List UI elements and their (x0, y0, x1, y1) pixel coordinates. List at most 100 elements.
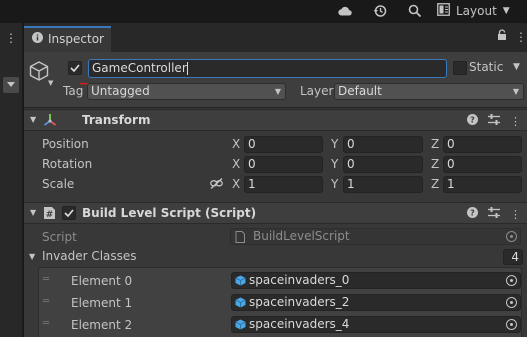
element-value: spaceinvaders_2 (249, 295, 350, 309)
chevron-down-icon: ▼ (512, 87, 519, 96)
tab-actions: ⋮ (497, 29, 527, 44)
cloud-icon[interactable] (335, 1, 355, 21)
element-label: Element 2 (71, 318, 133, 332)
element-object-field[interactable]: spaceinvaders_2 (231, 294, 521, 311)
object-picker-icon[interactable] (506, 275, 517, 286)
scale-z-input[interactable]: 1 (443, 176, 522, 193)
foldout-arrow-icon[interactable]: ▼ (30, 208, 36, 217)
object-picker-icon[interactable] (506, 319, 517, 330)
position-y-axis[interactable]: Y (331, 137, 338, 151)
scale-x-axis[interactable]: X (232, 177, 240, 191)
script-file-icon (235, 231, 245, 247)
invader-classes-list: ═ Element 0 spaceinvaders_0 ═ Element 1 … (38, 267, 522, 337)
foldout-arrow-icon[interactable]: ▼ (30, 115, 36, 124)
gameobject-header: ▼ GameController Static ▼ Tag Untagged ▼… (24, 52, 527, 108)
svg-text:?: ? (470, 209, 475, 218)
rotation-z-axis[interactable]: Z (431, 157, 439, 171)
tag-label: Tag (63, 84, 84, 98)
static-checkbox[interactable] (453, 61, 467, 75)
svg-text:?: ? (470, 116, 475, 125)
inspector-panel: Inspector ⋮ ▼ GameController Static ▼ Ta… (24, 23, 527, 337)
tag-value: Untagged (91, 84, 150, 98)
info-icon (32, 32, 43, 46)
rotation-x-input[interactable]: 0 (244, 156, 323, 173)
layer-value: Default (338, 84, 382, 98)
position-x-input[interactable]: 0 (244, 136, 323, 153)
script-reference-field: BuildLevelScript (230, 228, 521, 245)
rotation-z-input[interactable]: 0 (443, 156, 522, 173)
static-dropdown-arrow[interactable]: ▼ (513, 62, 520, 72)
element-object-field[interactable]: spaceinvaders_0 (231, 272, 521, 289)
more-options-icon[interactable]: ⋮ (510, 115, 521, 128)
position-x-axis[interactable]: X (232, 137, 240, 151)
transform-icon (43, 113, 57, 130)
tag-dropdown[interactable]: Untagged ▼ (87, 83, 286, 100)
help-icon[interactable]: ? (467, 114, 478, 128)
scale-x-input[interactable]: 1 (244, 176, 323, 193)
tab-active-indicator (24, 26, 111, 28)
drag-handle-icon[interactable]: ═ (43, 274, 49, 285)
sprite-asset-icon (235, 297, 246, 312)
lock-icon[interactable] (497, 29, 507, 44)
gameobject-name-input[interactable]: GameController (88, 59, 447, 78)
scale-y-axis[interactable]: Y (331, 177, 338, 191)
presets-icon[interactable] (488, 114, 500, 128)
dropdown-toggle[interactable] (3, 77, 19, 93)
script-enabled-checkbox[interactable] (62, 206, 76, 220)
top-toolbar: Layout ▼ (0, 0, 527, 23)
rotation-y-input[interactable]: 0 (343, 156, 423, 173)
more-options-icon[interactable]: ⋮ (510, 208, 521, 221)
script-component-header[interactable]: ▼ # Build Level Script (Script) ? ⋮ (24, 202, 527, 224)
search-icon[interactable] (405, 1, 425, 21)
constrain-proportions-icon[interactable] (210, 178, 223, 192)
list-size-input[interactable]: 4 (503, 249, 523, 265)
position-z-input[interactable]: 0 (443, 136, 522, 153)
script-label: Script (42, 230, 77, 244)
chevron-down-icon: ▼ (502, 5, 510, 16)
layer-dropdown[interactable]: Default ▼ (334, 83, 524, 100)
element-value: spaceinvaders_0 (249, 273, 350, 287)
component-actions: ? ⋮ (467, 207, 521, 221)
element-label: Element 1 (71, 296, 133, 310)
rotation-x-axis[interactable]: X (232, 157, 240, 171)
layer-label: Layer (300, 84, 334, 98)
transform-header[interactable]: ▼ Transform ? ⋮ (24, 109, 527, 131)
scale-z-axis[interactable]: Z (431, 177, 439, 191)
gameobject-cube-icon[interactable] (28, 60, 50, 85)
position-z-axis[interactable]: Z (431, 137, 439, 151)
more-options-icon[interactable]: ⋮ (515, 30, 527, 44)
more-options-icon[interactable]: ⋮ (5, 31, 17, 45)
scale-label: Scale (42, 177, 75, 191)
svg-text:#: # (46, 210, 54, 220)
element-object-field[interactable]: spaceinvaders_4 (231, 316, 521, 333)
tab-label: Inspector (48, 32, 104, 46)
layout-label: Layout (456, 3, 497, 18)
position-y-input[interactable]: 0 (343, 136, 423, 153)
rotation-label: Rotation (42, 157, 93, 171)
script-icon: # (43, 206, 56, 223)
scale-y-input[interactable]: 1 (343, 176, 423, 193)
static-label: Static (469, 60, 504, 74)
layout-dropdown[interactable]: Layout ▼ (437, 0, 510, 21)
icon-dropdown-arrow[interactable]: ▼ (48, 79, 53, 87)
element-label: Element 0 (71, 274, 133, 288)
script-component-title: Build Level Script (Script) (82, 206, 257, 220)
object-picker-icon[interactable] (506, 297, 517, 308)
chevron-down-icon: ▼ (274, 87, 281, 96)
invader-classes-label[interactable]: Invader Classes (42, 249, 137, 263)
transform-title: Transform (82, 113, 151, 127)
left-dock-strip: ⋮ (0, 23, 23, 337)
tab-inspector[interactable]: Inspector (24, 26, 111, 52)
help-icon[interactable]: ? (467, 207, 478, 221)
sprite-asset-icon (235, 319, 246, 334)
history-icon[interactable] (370, 1, 390, 21)
text-caret (186, 62, 188, 75)
object-picker-icon (506, 231, 517, 242)
drag-handle-icon[interactable]: ═ (43, 296, 49, 307)
presets-icon[interactable] (488, 207, 500, 221)
gameobject-name-text: GameController (92, 61, 187, 75)
drag-handle-icon[interactable]: ═ (43, 318, 49, 329)
rotation-y-axis[interactable]: Y (331, 157, 338, 171)
gameobject-active-checkbox[interactable] (68, 61, 82, 75)
list-foldout-arrow-icon[interactable]: ▼ (29, 252, 35, 261)
